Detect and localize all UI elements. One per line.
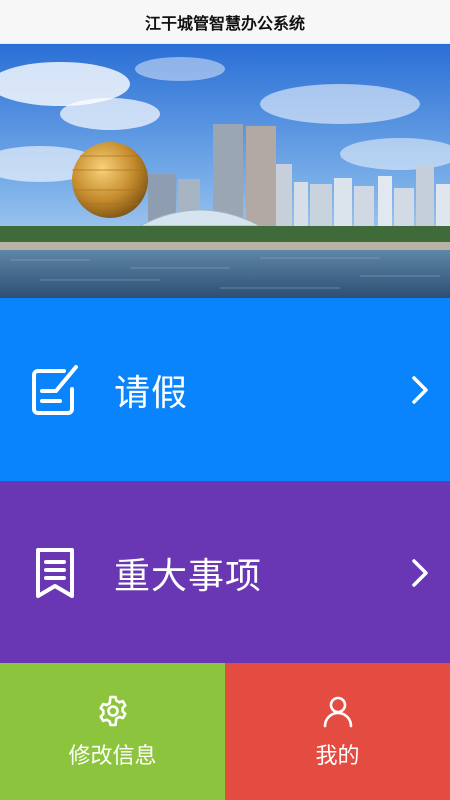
city-banner-image — [0, 44, 450, 298]
gear-icon — [98, 695, 127, 726]
tile-major-matters[interactable]: 重大事项 — [0, 481, 450, 664]
tile-leave-label: 请假 — [114, 372, 189, 414]
nav-mine[interactable]: 我的 — [225, 663, 450, 800]
chevron-right-icon — [412, 375, 428, 404]
nav-edit-info-label: 修改信息 — [68, 743, 157, 769]
document-list-icon — [36, 547, 74, 598]
app-title: 江干城管智慧办公系统 — [144, 13, 305, 33]
app-screen: 江干城管智慧办公系统 请假 重大事项 修改信息 我的 — [0, 0, 450, 800]
tile-leave[interactable]: 请假 — [0, 298, 450, 481]
nav-mine-label: 我的 — [315, 743, 360, 769]
nav-edit-info[interactable]: 修改信息 — [0, 663, 225, 800]
title-bar: 江干城管智慧办公系统 — [0, 0, 450, 44]
edit-note-icon — [32, 364, 78, 415]
bottom-nav: 修改信息 我的 — [0, 663, 450, 800]
user-icon — [323, 696, 352, 727]
tile-major-matters-label: 重大事项 — [114, 555, 263, 597]
chevron-right-icon — [412, 558, 428, 587]
